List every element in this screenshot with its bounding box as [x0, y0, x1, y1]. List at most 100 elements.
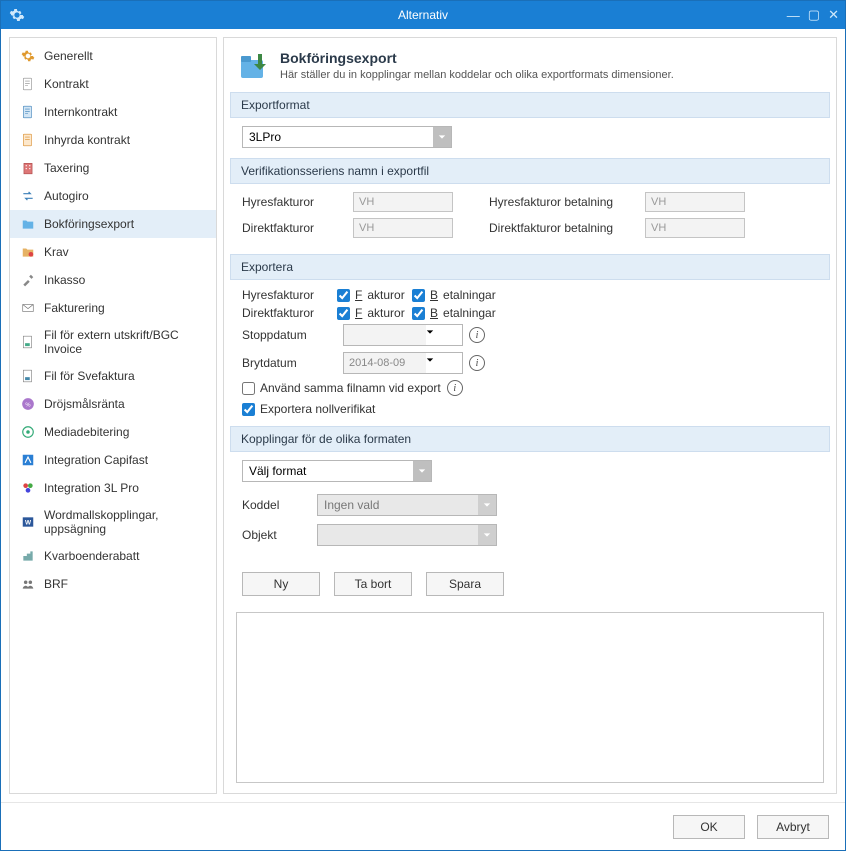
- spara-button[interactable]: Spara: [426, 572, 504, 596]
- info-icon[interactable]: i: [469, 327, 485, 343]
- input-hyresfakturor[interactable]: [353, 192, 453, 212]
- page-icon: [238, 50, 270, 82]
- word-icon: W: [20, 514, 36, 530]
- page-title: Bokföringsexport: [280, 50, 674, 66]
- svg-text:W: W: [25, 519, 32, 526]
- sidebar-item-label: Generellt: [44, 49, 93, 63]
- section-exportera: Exportera: [230, 254, 830, 280]
- minimize-button[interactable]: —: [787, 8, 800, 23]
- titlebar: Alternativ — ▢ ✕: [1, 1, 845, 29]
- sidebar-item-fakturering[interactable]: Fakturering: [10, 294, 216, 322]
- ny-button[interactable]: Ny: [242, 572, 320, 596]
- chevron-down-icon[interactable]: [426, 353, 434, 373]
- sidebar-item-label: Bokföringsexport: [44, 217, 134, 231]
- section-exportformat: Exportformat: [230, 92, 830, 118]
- chk-hyres-betalningar[interactable]: Betalningar: [412, 288, 512, 302]
- sidebar-item-taxering[interactable]: Taxering: [10, 154, 216, 182]
- sidebar-item-bokf-ringsexport[interactable]: Bokföringsexport: [10, 210, 216, 238]
- exportformat-combo[interactable]: [242, 126, 452, 148]
- sidebar-item-label: Fil för Svefaktura: [44, 369, 135, 383]
- sidebar-item-kontrakt[interactable]: Kontrakt: [10, 70, 216, 98]
- info-icon[interactable]: i: [469, 355, 485, 371]
- info-icon[interactable]: i: [447, 380, 463, 396]
- label-koddel: Koddel: [242, 498, 307, 512]
- label-direktfakturor-bet: Direktfakturor betalning: [489, 221, 629, 235]
- sidebar-item-internkontrakt[interactable]: Internkontrakt: [10, 98, 216, 126]
- sidebar-item-krav[interactable]: Krav: [10, 238, 216, 266]
- stoppdatum-input[interactable]: [344, 325, 426, 345]
- page-header: Bokföringsexport Här ställer du in koppl…: [224, 38, 836, 92]
- chk-direkt-fakturor[interactable]: Fakturor: [337, 306, 412, 320]
- exportformat-value[interactable]: [243, 127, 433, 147]
- file-print-icon: [20, 334, 36, 350]
- sidebar-item-label: Wordmallskopplingar, uppsägning: [44, 508, 206, 536]
- content-panel: Bokföringsexport Här ställer du in koppl…: [223, 37, 837, 794]
- body: Generellt Kontrakt Internkontrakt Inhyrda k…: [1, 29, 845, 802]
- sidebar-item-label: Internkontrakt: [44, 105, 117, 119]
- hammer-icon: [20, 272, 36, 288]
- tabort-button[interactable]: Ta bort: [334, 572, 412, 596]
- objekt-value: [318, 525, 478, 545]
- sidebar-item-kvarboenderabatt[interactable]: Kvarboenderabatt: [10, 542, 216, 570]
- percent-icon: %: [20, 396, 36, 412]
- file-sve-icon: [20, 368, 36, 384]
- stoppdatum-combo[interactable]: [343, 324, 463, 346]
- chevron-down-icon[interactable]: [426, 325, 434, 345]
- close-button[interactable]: ✕: [828, 7, 839, 23]
- avbryt-button[interactable]: Avbryt: [757, 815, 829, 839]
- sidebar-item-inkasso[interactable]: Inkasso: [10, 266, 216, 294]
- sidebar-item-label: Dröjsmålsränta: [44, 397, 125, 411]
- discount-icon: [20, 548, 36, 564]
- sidebar-item-label: Taxering: [44, 161, 89, 175]
- chk-direkt-betalningar[interactable]: Betalningar: [412, 306, 512, 320]
- sidebar-item-label: Integration Capifast: [44, 453, 148, 467]
- sidebar-item-label: Kontrakt: [44, 77, 89, 91]
- objekt-combo: [317, 524, 497, 546]
- app-icon: [9, 7, 25, 23]
- chevron-down-icon[interactable]: [433, 127, 451, 147]
- chk-hyres-fakturor[interactable]: Fakturor: [337, 288, 412, 302]
- doc-orange-icon: [20, 132, 36, 148]
- sidebar-item-label: Fakturering: [44, 301, 105, 315]
- page-subtitle: Här ställer du in kopplingar mellan kodd…: [280, 69, 674, 81]
- footer: OK Avbryt: [1, 802, 845, 850]
- ok-button[interactable]: OK: [673, 815, 745, 839]
- brytdatum-combo[interactable]: [343, 352, 463, 374]
- label-hyresfakturor: Hyresfakturor: [242, 195, 337, 209]
- sidebar-item-label: Mediadebitering: [44, 425, 129, 439]
- sidebar-item-inhyrda-kontrakt[interactable]: Inhyrda kontrakt: [10, 126, 216, 154]
- sidebar-item-generellt[interactable]: Generellt: [10, 42, 216, 70]
- sidebar-item-brf[interactable]: BRF: [10, 570, 216, 598]
- sidebar-item-mediadebitering[interactable]: Mediadebitering: [10, 418, 216, 446]
- sidebar-item-autogiro[interactable]: Autogiro: [10, 182, 216, 210]
- label-direktfakturor: Direktfakturor: [242, 221, 337, 235]
- maximize-button[interactable]: ▢: [808, 7, 820, 23]
- sidebar-item-label: Integration 3L Pro: [44, 481, 139, 495]
- chevron-down-icon[interactable]: [413, 461, 431, 481]
- sidebar-item-integration-3l-pro[interactable]: Integration 3L Pro: [10, 474, 216, 502]
- sidebar-item-fil-f-r-extern-utskrift-bgc-invoice[interactable]: Fil för extern utskrift/BGC Invoice: [10, 322, 216, 362]
- input-direktfakturor[interactable]: [353, 218, 453, 238]
- label-exp-direkt: Direktfakturor: [242, 306, 337, 320]
- label-exp-hyres: Hyresfakturor: [242, 288, 337, 302]
- chevron-down-icon: [478, 525, 496, 545]
- sidebar-item-dr-jsm-lsr-nta[interactable]: % Dröjsmålsränta: [10, 390, 216, 418]
- brytdatum-input[interactable]: [344, 353, 426, 373]
- sidebar-item-integration-capifast[interactable]: Integration Capifast: [10, 446, 216, 474]
- sidebar-item-wordmallskopplingar-upps-gning[interactable]: W Wordmallskopplingar, uppsägning: [10, 502, 216, 542]
- valj-format-value[interactable]: [243, 461, 413, 481]
- input-hyresfakturor-bet[interactable]: [645, 192, 745, 212]
- envelope-icon: [20, 300, 36, 316]
- valj-format-combo[interactable]: [242, 460, 432, 482]
- input-direktfakturor-bet[interactable]: [645, 218, 745, 238]
- sidebar: Generellt Kontrakt Internkontrakt Inhyrda k…: [9, 37, 217, 794]
- sidebar-item-label: Inhyrda kontrakt: [44, 133, 130, 147]
- sidebar-item-label: Kvarboenderabatt: [44, 549, 139, 563]
- sidebar-item-label: Autogiro: [44, 189, 89, 203]
- sidebar-item-fil-f-r-svefaktura[interactable]: Fil för Svefaktura: [10, 362, 216, 390]
- int-cap-icon: [20, 452, 36, 468]
- chk-export-nollverifikat[interactable]: Exportera nollverifikat: [242, 402, 375, 416]
- group-icon: [20, 576, 36, 592]
- chk-same-filename[interactable]: Använd samma filnamn vid export: [242, 381, 441, 395]
- chevron-down-icon: [478, 495, 496, 515]
